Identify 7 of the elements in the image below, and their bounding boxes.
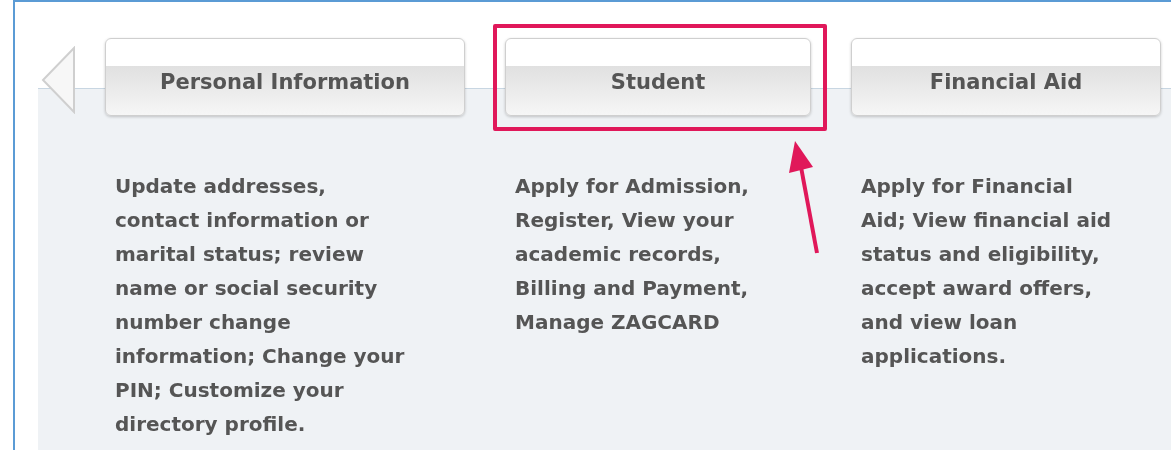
tab[interactable]: Financial Aid bbox=[851, 38, 1161, 116]
section-description: Update addresses, contact information or marital status; review name or social security number change information; Change your PIN; Customize your directory profile. bbox=[115, 173, 405, 438]
tab[interactable]: Personal Information bbox=[105, 38, 465, 116]
section-description: Apply for Financial Aid; View financial aid status and eligibility, accept award offers, and view loan applications. bbox=[861, 173, 1112, 370]
left-triangle-icon[interactable] bbox=[40, 46, 76, 114]
tab[interactable]: Student bbox=[505, 38, 811, 116]
section-description: Apply for Admission, Register, View your academic records, Billing and Payment, Manage ZAGCARD bbox=[515, 173, 749, 336]
